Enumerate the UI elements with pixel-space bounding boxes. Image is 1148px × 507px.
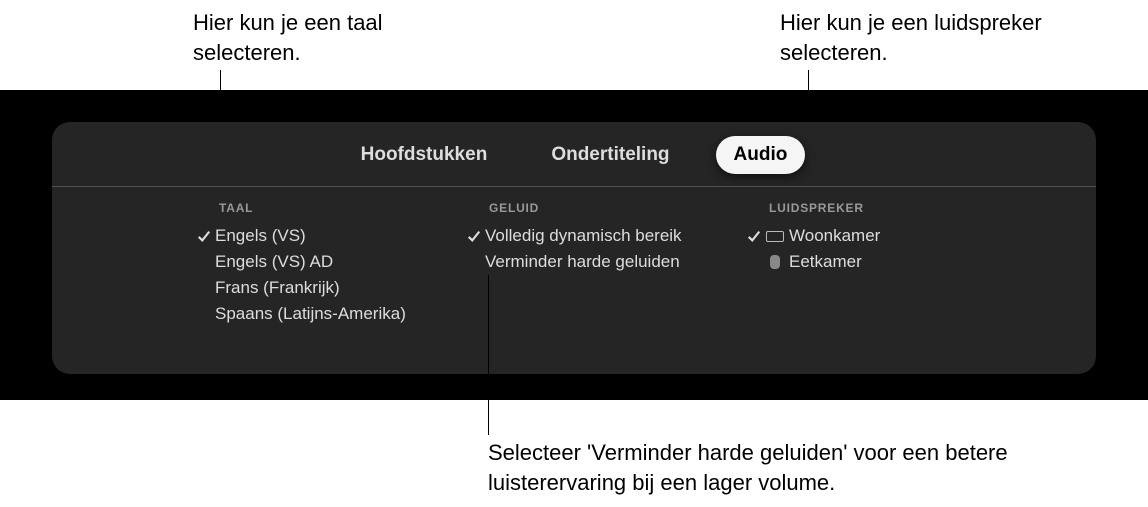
speaker-label: Woonkamer xyxy=(789,226,880,246)
callout-language: Hier kun je een taal selecteren. xyxy=(193,8,473,67)
column-language: TAAL Engels (VS) Engels (VS) AD Frans (F… xyxy=(192,201,462,327)
column-header-sound: GELUID xyxy=(462,201,742,215)
column-sound: GELUID Volledig dynamisch bereik Vermind… xyxy=(462,201,742,327)
language-option-en-us-ad[interactable]: Engels (VS) AD xyxy=(192,249,462,275)
language-option-en-us[interactable]: Engels (VS) xyxy=(192,223,462,249)
column-header-speaker: LUIDSPREKER xyxy=(742,201,992,215)
tv-icon xyxy=(765,229,785,243)
sound-option-full-dynamic[interactable]: Volledig dynamisch bereik xyxy=(462,223,742,249)
tab-chapters[interactable]: Hoofdstukken xyxy=(343,136,506,174)
speaker-label: Eetkamer xyxy=(789,252,862,272)
language-label: Engels (VS) xyxy=(215,226,306,246)
audio-panel: Hoofdstukken Ondertiteling Audio TAAL En… xyxy=(52,122,1096,374)
homepod-icon xyxy=(765,255,785,269)
sound-label: Volledig dynamisch bereik xyxy=(485,226,682,246)
callout-line-reduce-loud xyxy=(488,275,489,435)
language-option-es-la[interactable]: Spaans (Latijns-Amerika) xyxy=(192,301,462,327)
callout-reduce-loud: Selecteer 'Verminder harde geluiden' voo… xyxy=(488,438,1108,497)
check-icon xyxy=(742,229,765,243)
language-label: Frans (Frankrijk) xyxy=(215,278,340,298)
sound-option-reduce-loud[interactable]: Verminder harde geluiden xyxy=(462,249,742,275)
callout-speaker: Hier kun je een luidspreker selecteren. xyxy=(780,8,1100,67)
language-label: Engels (VS) AD xyxy=(215,252,333,272)
tab-subtitles[interactable]: Ondertiteling xyxy=(533,136,687,174)
check-icon xyxy=(462,229,485,243)
speaker-option-dining-room[interactable]: Eetkamer xyxy=(742,249,992,275)
tab-bar: Hoofdstukken Ondertiteling Audio xyxy=(52,122,1096,187)
sound-label: Verminder harde geluiden xyxy=(485,252,680,272)
panel-columns: TAAL Engels (VS) Engels (VS) AD Frans (F… xyxy=(52,187,1096,327)
language-option-fr-fr[interactable]: Frans (Frankrijk) xyxy=(192,275,462,301)
check-icon xyxy=(192,229,215,243)
speaker-option-living-room[interactable]: Woonkamer xyxy=(742,223,992,249)
tab-audio[interactable]: Audio xyxy=(716,136,806,174)
column-speaker: LUIDSPREKER Woonkamer Eetkamer xyxy=(742,201,992,327)
language-label: Spaans (Latijns-Amerika) xyxy=(215,304,406,324)
column-header-language: TAAL xyxy=(192,201,462,215)
